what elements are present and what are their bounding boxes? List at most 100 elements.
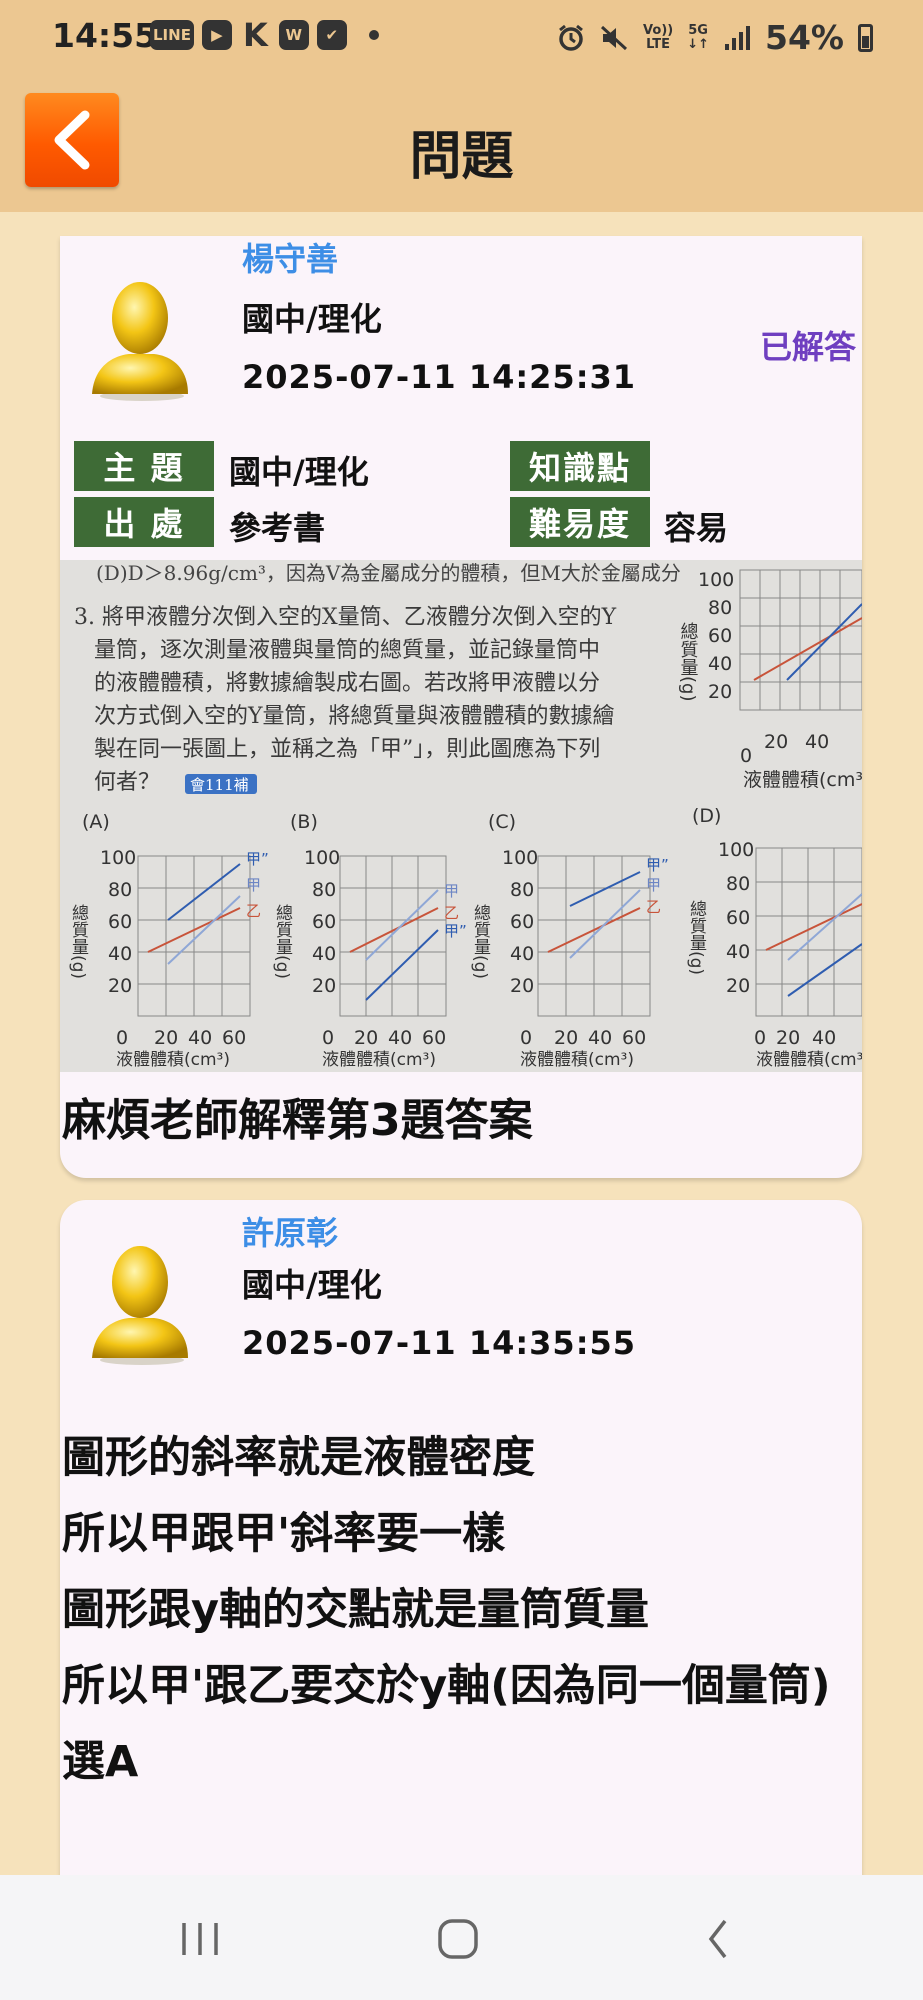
- recent-apps-icon: [182, 1923, 218, 1955]
- svg-text:總質量(g): 總質量(g): [686, 900, 707, 975]
- svg-text:總質量(g): 總質量(g): [272, 904, 293, 979]
- system-icons: Vo)) LTE 5G ↓↑ 54%: [557, 18, 873, 57]
- battery-icon: [858, 23, 873, 52]
- svg-text:40: 40: [726, 941, 750, 963]
- home-button[interactable]: [418, 1909, 498, 1969]
- question-meta: 主 題 國中/理化 知識點 出 處 參考書 難易度 容易: [74, 441, 854, 549]
- svg-text:甲”: 甲”: [444, 922, 467, 940]
- user-avatar-icon: [92, 1246, 188, 1365]
- answer-line: 圖形的斜率就是液體密度: [62, 1433, 535, 1483]
- svg-text:20: 20: [764, 731, 788, 753]
- image-text-line1: 3. 將甲液體分次倒入空的X量筒、乙液體分次倒入空的Y: [74, 605, 617, 630]
- svg-text:100: 100: [100, 847, 136, 869]
- more-notifications-icon: [368, 30, 379, 40]
- battery-percent: 54%: [765, 18, 844, 57]
- answer-line: 圖形跟y軸的交點就是量筒質量: [62, 1585, 650, 1635]
- svg-text:100: 100: [304, 847, 340, 869]
- svg-text:總質量(g): 總質量(g): [470, 904, 491, 979]
- svg-text:40: 40: [812, 1027, 836, 1049]
- back-chevron-icon: [708, 1919, 727, 1959]
- svg-text:80: 80: [108, 879, 132, 901]
- answer-subject: 國中/理化: [242, 1266, 382, 1304]
- svg-text:100: 100: [698, 569, 734, 591]
- source-label: 出 處: [74, 497, 214, 547]
- question-timestamp: 2025-07-11 14:25:31: [242, 358, 637, 396]
- svg-text:液體體積(cm³): 液體體積(cm³): [322, 1050, 436, 1070]
- svg-text:20: 20: [312, 975, 336, 997]
- svg-text:總質量(g): 總質量(g): [68, 904, 89, 979]
- system-nav-bar: [0, 1875, 923, 2000]
- svg-text:0: 0: [322, 1027, 334, 1049]
- svg-text:0: 0: [116, 1027, 128, 1049]
- volte-icon: Vo)) LTE: [643, 22, 674, 52]
- mute-icon: [601, 25, 628, 50]
- signal-icon: [725, 25, 750, 50]
- svg-text:80: 80: [312, 879, 336, 901]
- image-text-line4: 次方式倒入空的Y量筒，將總質量與液體體積的數據繪: [94, 704, 615, 729]
- notification-icons: LINE ▶ K W ✔: [150, 16, 379, 54]
- app-header: 問題: [0, 78, 923, 212]
- source-value: 參考書: [229, 509, 326, 547]
- svg-text:20: 20: [354, 1027, 378, 1049]
- image-badge-text: 會111補: [190, 776, 249, 794]
- recent-apps-button[interactable]: [160, 1909, 240, 1969]
- svg-text:液體體積(cm³): 液體體積(cm³): [116, 1050, 230, 1070]
- image-text-line3: 的液體體積，將數據繪製成右圖。若改將甲液體以分: [94, 671, 600, 696]
- choice-c-label: (C): [488, 811, 516, 833]
- svg-text:甲: 甲: [246, 876, 261, 894]
- network-5g-icon: 5G ↓↑: [687, 22, 709, 52]
- answer-text: 圖形的斜率就是液體密度 所以甲跟甲'斜率要一樣 圖形跟y軸的交點就是量筒質量 所…: [62, 1420, 862, 1800]
- svg-text:40: 40: [312, 943, 336, 965]
- knowledge-point-label: 知識點: [510, 441, 650, 491]
- svg-text:20: 20: [554, 1027, 578, 1049]
- svg-text:80: 80: [708, 597, 732, 619]
- svg-text:40: 40: [588, 1027, 612, 1049]
- svg-text:乙: 乙: [646, 898, 661, 916]
- svg-text:甲: 甲: [444, 882, 459, 900]
- svg-text:液體體積(cm³): 液體體積(cm³): [520, 1050, 634, 1070]
- svg-text:40: 40: [388, 1027, 412, 1049]
- svg-text:20: 20: [510, 975, 534, 997]
- answer-timestamp: 2025-07-11 14:35:55: [242, 1324, 637, 1362]
- svg-text:0: 0: [520, 1027, 532, 1049]
- svg-text:60: 60: [622, 1027, 646, 1049]
- svg-text:40: 40: [108, 943, 132, 965]
- svg-text:甲: 甲: [646, 876, 661, 894]
- k-app-icon: K: [242, 16, 268, 54]
- svg-text:0: 0: [740, 745, 752, 767]
- svg-text:40: 40: [510, 943, 534, 965]
- svg-text:40: 40: [188, 1027, 212, 1049]
- answered-status-badge: 已解答: [759, 328, 856, 366]
- svg-text:60: 60: [312, 911, 336, 933]
- svg-text:40: 40: [708, 653, 732, 675]
- svg-text:20: 20: [776, 1027, 800, 1049]
- difficulty-label: 難易度: [510, 497, 650, 547]
- image-text-line2: 量筒，逐次測量液體與量筒的總質量，並記錄量筒中: [94, 638, 600, 663]
- image-text-line6: 何者？: [94, 770, 160, 795]
- question-text: 麻煩老師解釋第3題答案: [62, 1095, 533, 1146]
- svg-text:液體體積(cm³): 液體體積(cm³): [756, 1050, 862, 1070]
- svg-text:20: 20: [708, 681, 732, 703]
- answer-line: 所以甲跟甲'斜率要一樣: [62, 1509, 506, 1559]
- page-title: 問題: [409, 127, 514, 187]
- choice-d-label: (D): [692, 805, 721, 827]
- answer-author[interactable]: 許原彰: [242, 1208, 338, 1254]
- svg-text:20: 20: [108, 975, 132, 997]
- svg-text:60: 60: [708, 625, 732, 647]
- svg-text:60: 60: [422, 1027, 446, 1049]
- question-card: 楊守善 國中/理化 2025-07-11 14:25:31 已解答 主 題 國中…: [60, 236, 862, 1178]
- line-app-icon: LINE: [150, 20, 194, 50]
- choice-b-label: (B): [290, 811, 318, 833]
- svg-text:60: 60: [510, 911, 534, 933]
- svg-text:100: 100: [718, 839, 754, 861]
- question-author[interactable]: 楊守善: [242, 236, 338, 280]
- svg-text:60: 60: [108, 911, 132, 933]
- answer-card: 許原彰 國中/理化 2025-07-11 14:35:55 圖形的斜率就是液體密…: [60, 1200, 862, 1910]
- svg-text:80: 80: [510, 879, 534, 901]
- back-nav-button[interactable]: [678, 1909, 758, 1969]
- svg-text:60: 60: [726, 907, 750, 929]
- svg-text:甲”: 甲”: [246, 850, 269, 868]
- question-image[interactable]: (D)D＞8.96g/cm³，因為V為金屬成分的體積，但M大於金屬成分 3. 將…: [60, 560, 862, 1072]
- checkbox-app-icon: ✔: [316, 20, 347, 50]
- status-bar: 14:55 LINE ▶ K W ✔ Vo)) LTE 5G ↓↑ 54%: [0, 0, 923, 78]
